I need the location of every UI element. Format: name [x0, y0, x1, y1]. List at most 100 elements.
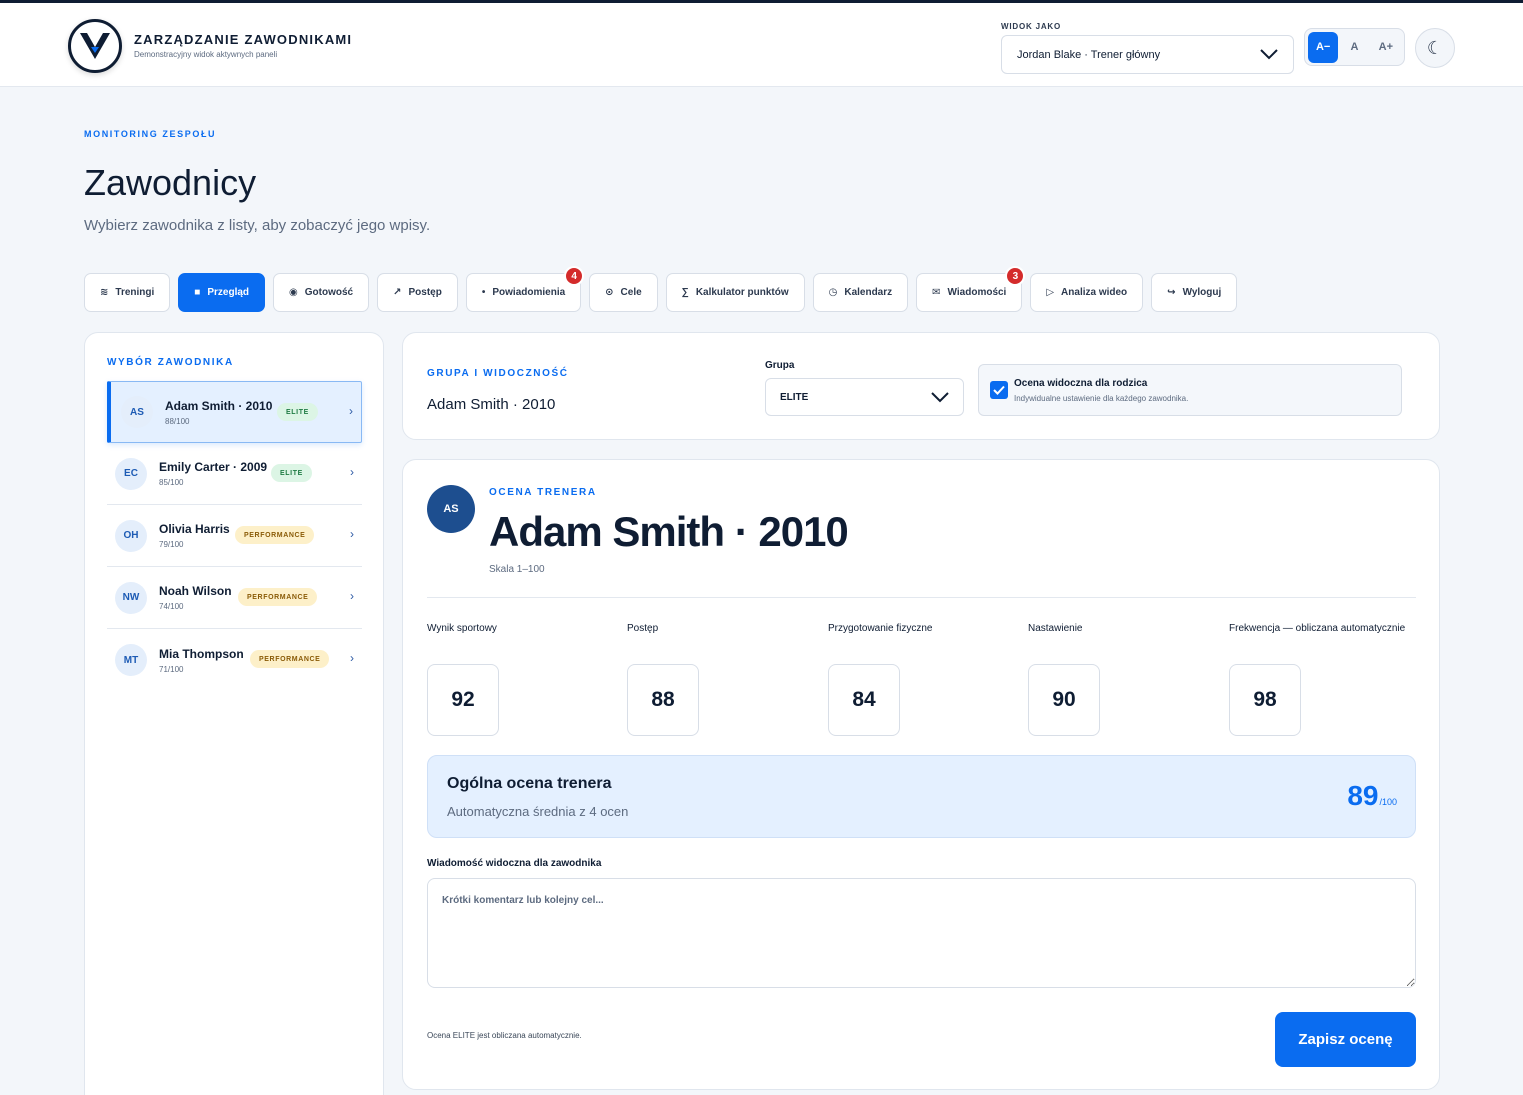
theme-toggle-button[interactable]: ☾ — [1415, 28, 1455, 68]
circle-icon: ◉ — [289, 287, 298, 298]
clock-icon: ◷ — [828, 287, 838, 298]
main-tabs: ≋ Treningi ■ Przegląd ◉ Gotowość ↗ Postęp • P… — [84, 266, 1238, 312]
tab-przeglad[interactable]: ■ Przegląd — [178, 273, 266, 312]
group-select[interactable]: ELITE — [765, 378, 964, 416]
dot-icon: • — [481, 287, 486, 298]
view-as-value: Jordan Blake · Trener główny — [1017, 48, 1161, 61]
overall-score-panel: Ogólna ocena trenera Automatyczna średni… — [427, 755, 1416, 838]
tab-label: Postęp — [408, 287, 442, 298]
message-badge: 3 — [1005, 266, 1026, 286]
tab-label: Wyloguj — [1182, 287, 1222, 298]
player-score: 71/100 — [159, 664, 184, 674]
tab-powiadomienia[interactable]: • Powiadomienia 4 — [465, 266, 585, 312]
player-item-noah-wilson[interactable]: NW Noah Wilson 74/100 PERFORMANCE › — [107, 567, 362, 629]
app-subtitle: Demonstracyjny widok aktywnych paneli — [134, 50, 278, 59]
metric-sport-result: Wynik sportowy 92 — [427, 623, 499, 736]
tab-label: Analiza wideo — [1061, 287, 1128, 298]
player-item-mia-thompson[interactable]: MT Mia Thompson 71/100 PERFORMANCE › — [107, 629, 362, 691]
metric-physical-prep: Przygotowanie fizyczne 84 — [828, 623, 933, 736]
player-list: AS Adam Smith · 2010 88/100 ELITE › EC Em… — [107, 381, 362, 691]
metric-input[interactable]: 90 — [1028, 664, 1100, 736]
metric-label: Postęp — [627, 623, 659, 634]
metric-attitude: Nastawienie 90 — [1028, 623, 1100, 736]
tab-analiza-wideo[interactable]: ▷ Analiza wideo — [1030, 273, 1144, 312]
group-badge: ELITE — [277, 403, 318, 421]
tab-postep[interactable]: ↗ Postęp — [377, 273, 458, 312]
group-visibility-title: GRUPA I WIDOCZNOŚĆ — [427, 368, 569, 379]
metric-input[interactable]: 88 — [627, 664, 699, 736]
tab-kalkulator-punktow[interactable]: ∑ Kalkulator punktów — [665, 273, 805, 312]
view-as-select[interactable]: Jordan Blake · Trener główny — [1001, 35, 1294, 74]
chevron-down-icon — [1260, 49, 1278, 60]
player-selection-panel: WYBÓR ZAWODNIKA AS Adam Smith · 2010 88/1… — [84, 332, 384, 1095]
tab-label: Przegląd — [207, 287, 250, 298]
metric-input[interactable]: 92 — [427, 664, 499, 736]
tab-label: Gotowość — [304, 287, 354, 298]
mail-icon: ✉ — [932, 287, 941, 298]
tab-label: Treningi — [115, 287, 155, 298]
page-eyebrow: MONITORING ZESPOŁU — [84, 129, 217, 139]
chevron-down-icon — [931, 391, 949, 402]
divider — [427, 597, 1416, 598]
arrow-up-right-icon: ↗ — [393, 287, 402, 298]
chevron-right-icon: › — [349, 404, 353, 418]
square-icon: ■ — [194, 287, 201, 298]
tab-label: Kalkulator punktów — [695, 287, 789, 298]
moon-icon: ☾ — [1426, 37, 1444, 58]
group-badge: PERFORMANCE — [235, 526, 315, 544]
message-textarea[interactable] — [427, 878, 1416, 988]
metric-label: Frekwencja — obliczana automatycznie — [1229, 623, 1406, 634]
player-item-emily-carter[interactable]: EC Emily Carter · 2009 85/100 ELITE › — [107, 443, 362, 505]
tab-wyloguj[interactable]: ↪ Wyloguj — [1151, 273, 1238, 312]
player-name: Mia Thompson — [159, 646, 244, 661]
chevron-right-icon: › — [350, 527, 354, 541]
font-size-larger-button[interactable]: A+ — [1371, 32, 1401, 63]
avatar: AS — [121, 396, 153, 428]
metric-readonly-value: 98 — [1229, 664, 1301, 736]
wave-icon: ≋ — [100, 287, 109, 298]
message-label: Wiadomość widoczna dla zawodnika — [427, 858, 602, 869]
tab-wiadomosci[interactable]: ✉ Wiadomości 3 — [916, 266, 1026, 312]
player-name: Olivia Harris — [159, 522, 230, 536]
parent-visibility-hint: Indywidualne ustawienie dla każdego zawo… — [1014, 394, 1189, 403]
evaluation-note: Ocena ELITE jest obliczana automatycznie… — [427, 1031, 582, 1040]
player-selection-title: WYBÓR ZAWODNIKA — [107, 357, 234, 368]
player-item-olivia-harris[interactable]: OH Olivia Harris 79/100 PERFORMANCE › — [107, 505, 362, 567]
group-badge: PERFORMANCE — [238, 588, 318, 606]
evaluation-player-name: Adam Smith · 2010 — [489, 508, 849, 555]
font-size-default-button[interactable]: A — [1339, 32, 1369, 63]
avatar: MT — [115, 644, 147, 676]
metric-label: Nastawienie — [1028, 623, 1083, 634]
evaluation-eyebrow: OCENA TRENERA — [489, 487, 597, 498]
tab-gotowosc[interactable]: ◉ Gotowość — [273, 273, 370, 312]
coach-evaluation-panel: AS OCENA TRENERA Adam Smith · 2010 Skala… — [402, 459, 1440, 1090]
metric-input[interactable]: 84 — [828, 664, 900, 736]
overall-score-max: /100 — [1379, 797, 1397, 807]
avatar: OH — [115, 519, 147, 552]
view-as-label: WIDOK JAKO — [1001, 22, 1061, 31]
metric-attendance: Frekwencja — obliczana automatycznie 98 — [1229, 623, 1405, 736]
app-logo[interactable] — [68, 19, 122, 73]
font-size-switcher: A− A A+ — [1304, 28, 1405, 66]
chevron-right-icon: › — [350, 589, 354, 603]
chevron-right-icon: › — [350, 651, 354, 665]
avatar: NW — [115, 581, 147, 614]
tab-label: Cele — [620, 287, 642, 298]
group-badge: ELITE — [271, 464, 312, 482]
avatar: AS — [427, 485, 475, 533]
avatar: EC — [115, 457, 147, 490]
save-evaluation-button[interactable]: Zapisz ocenę — [1275, 1012, 1416, 1067]
player-name: Noah Wilson — [159, 584, 232, 598]
parent-visibility-option[interactable]: Ocena widoczna dla rodzica Indywidualne … — [978, 364, 1402, 416]
player-name: Emily Carter · 2009 — [159, 460, 268, 474]
page-subtitle: Wybierz zawodnika z listy, aby zobaczyć … — [84, 217, 431, 234]
metric-label: Wynik sportowy — [427, 623, 497, 634]
overall-score-value: 89 — [1347, 780, 1379, 811]
player-score: 88/100 — [165, 416, 190, 426]
font-size-smaller-button[interactable]: A− — [1308, 31, 1339, 63]
tab-cele[interactable]: ⊙ Cele — [589, 273, 658, 312]
tab-treningi[interactable]: ≋ Treningi — [84, 273, 171, 312]
player-item-adam-smith[interactable]: AS Adam Smith · 2010 88/100 ELITE › — [107, 381, 362, 443]
tab-kalendarz[interactable]: ◷ Kalendarz — [812, 273, 909, 312]
parent-visibility-checkbox[interactable] — [990, 381, 1008, 399]
